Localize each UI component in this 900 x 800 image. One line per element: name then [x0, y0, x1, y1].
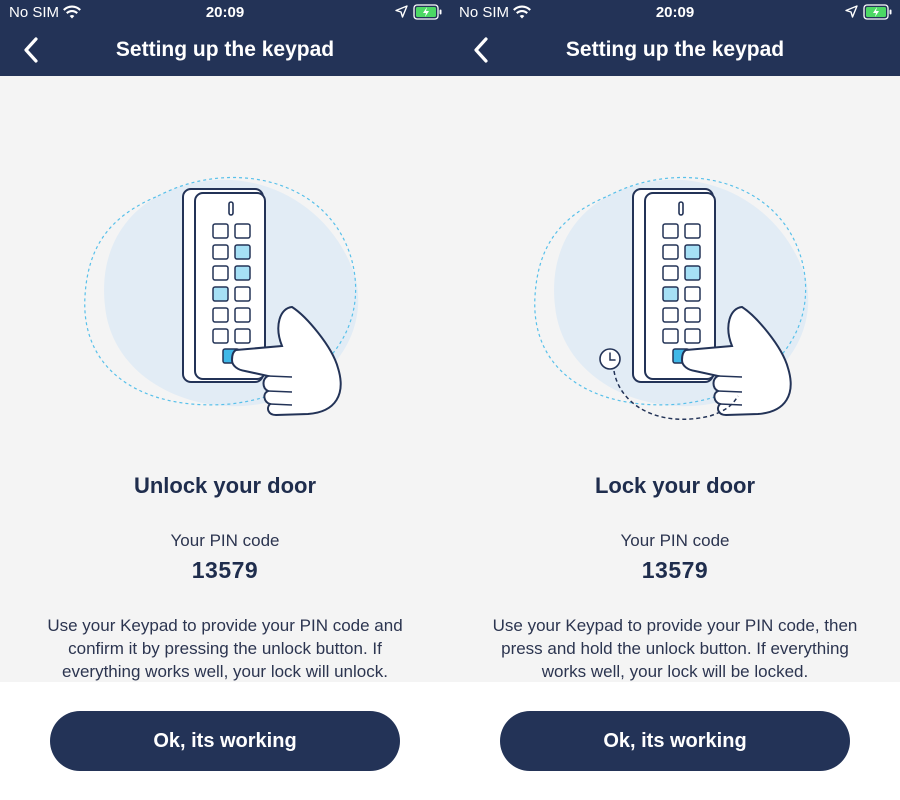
screen-unlock: No SIM 20:09 Setting up the keypad Unloc… — [0, 0, 450, 800]
ok-working-button[interactable]: Ok, its working — [500, 711, 850, 771]
pin-value: 13579 — [641, 557, 709, 583]
nav-title: Setting up the keypad — [565, 38, 785, 61]
location-icon — [395, 5, 408, 18]
ok-working-button[interactable]: Ok, its working — [50, 711, 400, 771]
content: Unlock your door Your PIN code 13579 Use… — [0, 76, 450, 682]
header: No SIM 20:09 Setting up the keypad — [0, 0, 450, 76]
page-title: Unlock your door — [133, 473, 317, 498]
instructions-text: Use your Keypad to provide your PIN code… — [47, 616, 403, 681]
instructions-text: Use your Keypad to provide your PIN code… — [492, 616, 858, 681]
pin-value: 13579 — [191, 557, 259, 583]
status-bar: No SIM 20:09 — [450, 0, 900, 26]
pin-label: Your PIN code — [620, 531, 730, 550]
header: No SIM 20:09 Setting up the keypad — [450, 0, 900, 76]
battery-icon — [413, 4, 442, 20]
pin-label: Your PIN code — [170, 531, 280, 550]
clock-icon — [599, 348, 621, 370]
battery-icon — [863, 4, 892, 20]
status-time: 20:09 — [655, 4, 695, 21]
keypad-illustration — [534, 177, 809, 421]
page-title: Lock your door — [594, 473, 756, 498]
screen-lock: No SIM 20:09 Setting up the keypad Lock … — [450, 0, 900, 800]
nav-title: Setting up the keypad — [115, 38, 335, 61]
status-bar: No SIM 20:09 — [0, 0, 450, 26]
location-icon — [845, 5, 858, 18]
content: Lock your door Your PIN code 13579 Use y… — [450, 76, 900, 682]
keypad-illustration — [84, 177, 359, 417]
status-time: 20:09 — [205, 4, 245, 21]
